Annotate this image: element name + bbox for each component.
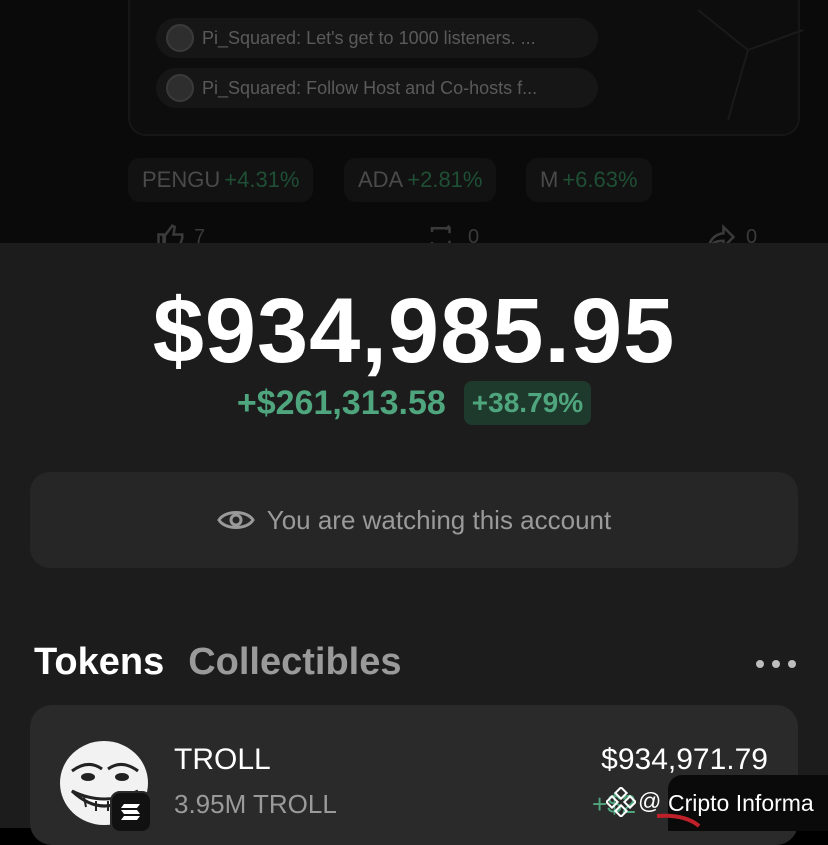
- user-avatar: [166, 24, 194, 52]
- wallet-sheet: $934,985.95 +$261,313.58 +38.79% You are…: [0, 243, 828, 845]
- chat-message: Pi_Squared: Let's get to 1000 listeners.…: [156, 18, 598, 58]
- ticker-pengu[interactable]: PENGU +4.31%: [128, 158, 314, 202]
- eye-icon: [216, 511, 255, 529]
- like-count: 7: [194, 225, 206, 244]
- ticker-symbol: PENGU: [142, 167, 221, 192]
- tab-collectibles[interactable]: Collectibles: [188, 641, 401, 684]
- binance-logo-icon: [606, 787, 636, 817]
- watermark-at: @: [638, 788, 662, 814]
- ticker-change: +4.31%: [224, 167, 300, 192]
- dot: [756, 660, 764, 668]
- repost-icon: [430, 224, 451, 243]
- token-value: $934,971.79: [601, 743, 768, 776]
- thumbs-up-icon: [157, 224, 184, 243]
- portfolio-balance: $934,985.95: [152, 280, 676, 382]
- solana-icon: [110, 791, 152, 833]
- share-icon: [708, 223, 736, 243]
- background-feed: Pi_Squared: Let's get to 1000 listeners.…: [0, 0, 828, 243]
- ticker-change: +2.81%: [407, 167, 483, 192]
- red-swoosh-decoration: [656, 813, 701, 828]
- tab-tokens[interactable]: Tokens: [34, 641, 164, 684]
- like-button[interactable]: 7: [156, 222, 205, 243]
- watch-notice-text: You are watching this account: [266, 504, 612, 535]
- ticker-change: +6.63%: [562, 167, 638, 192]
- token-amount: 3.95M TROLL: [174, 789, 337, 819]
- repost-count: 0: [468, 225, 480, 244]
- user-avatar: [166, 74, 194, 102]
- ticker-ada[interactable]: ADA +2.81%: [344, 158, 497, 202]
- share-count: 0: [746, 225, 758, 244]
- chat-message-text: Pi_Squared: Let's get to 1000 listeners.…: [202, 27, 536, 48]
- ticker-m[interactable]: M +6.63%: [526, 158, 652, 202]
- chat-message-text: Pi_Squared: Follow Host and Co-hosts f..…: [202, 77, 538, 98]
- change-amount: +$261,313.58: [236, 383, 446, 422]
- ticker-symbol: ADA: [358, 167, 404, 192]
- dot: [788, 660, 796, 668]
- chat-message: Pi_Squared: Follow Host and Co-hosts f..…: [156, 68, 598, 108]
- token-name: TROLL: [174, 743, 271, 776]
- more-options-button[interactable]: [756, 657, 796, 671]
- share-button[interactable]: 0: [704, 222, 757, 243]
- background-decoration: [697, 9, 804, 121]
- watch-only-banner: You are watching this account: [30, 472, 798, 568]
- dot: [772, 660, 780, 668]
- balance-change: +$261,313.58 +38.79%: [0, 381, 828, 425]
- repost-button[interactable]: 0: [424, 222, 479, 243]
- change-percent-badge: +38.79%: [463, 381, 592, 425]
- asset-tabs: Tokens Collectibles: [34, 641, 426, 684]
- ticker-symbol: M: [540, 167, 559, 192]
